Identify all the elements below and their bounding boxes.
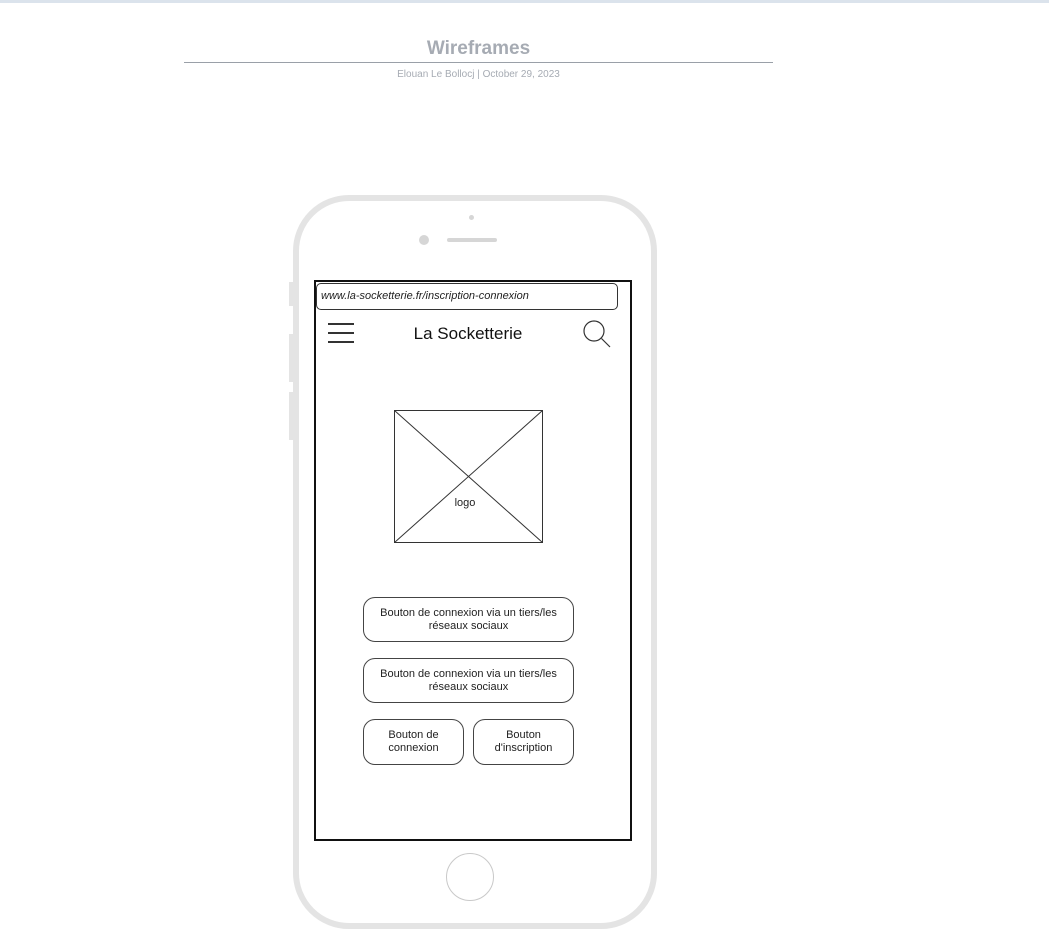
document-meta: Elouan Le Bollocj | October 29, 2023 <box>397 69 560 80</box>
social-login-button-2-label: Bouton de connexion via un tiers/les rés… <box>380 667 557 693</box>
hamburger-menu-icon[interactable] <box>328 322 354 344</box>
document-title: Wireframes <box>426 38 531 59</box>
wireframe-page: Wireframes Elouan Le Bollocj | October 2… <box>0 0 1049 937</box>
social-login-button-1[interactable]: Bouton de connexion via un tiers/les rés… <box>363 597 574 642</box>
site-name: La Socketterie <box>413 324 523 343</box>
image-placeholder-icon <box>394 410 543 543</box>
title-divider <box>184 62 773 63</box>
login-button[interactable]: Bouton de connexion <box>363 719 464 765</box>
signup-button[interactable]: Bouton d'inscription <box>473 719 574 765</box>
social-login-button-1-label: Bouton de connexion via un tiers/les rés… <box>380 606 557 632</box>
phone-speaker <box>447 238 497 242</box>
phone-home-button <box>446 853 494 901</box>
logo-label: logo <box>454 497 476 509</box>
url-bar[interactable]: www.la-socketterie.fr/inscription-connex… <box>316 283 618 310</box>
social-login-button-2[interactable]: Bouton de connexion via un tiers/les rés… <box>363 658 574 703</box>
search-icon[interactable] <box>582 319 612 349</box>
signup-button-label: Bouton d'inscription <box>494 729 553 754</box>
phone-sensor <box>419 235 429 245</box>
phone-camera <box>469 215 474 220</box>
top-strip <box>0 0 1049 3</box>
login-button-label: Bouton de connexion <box>388 729 439 754</box>
